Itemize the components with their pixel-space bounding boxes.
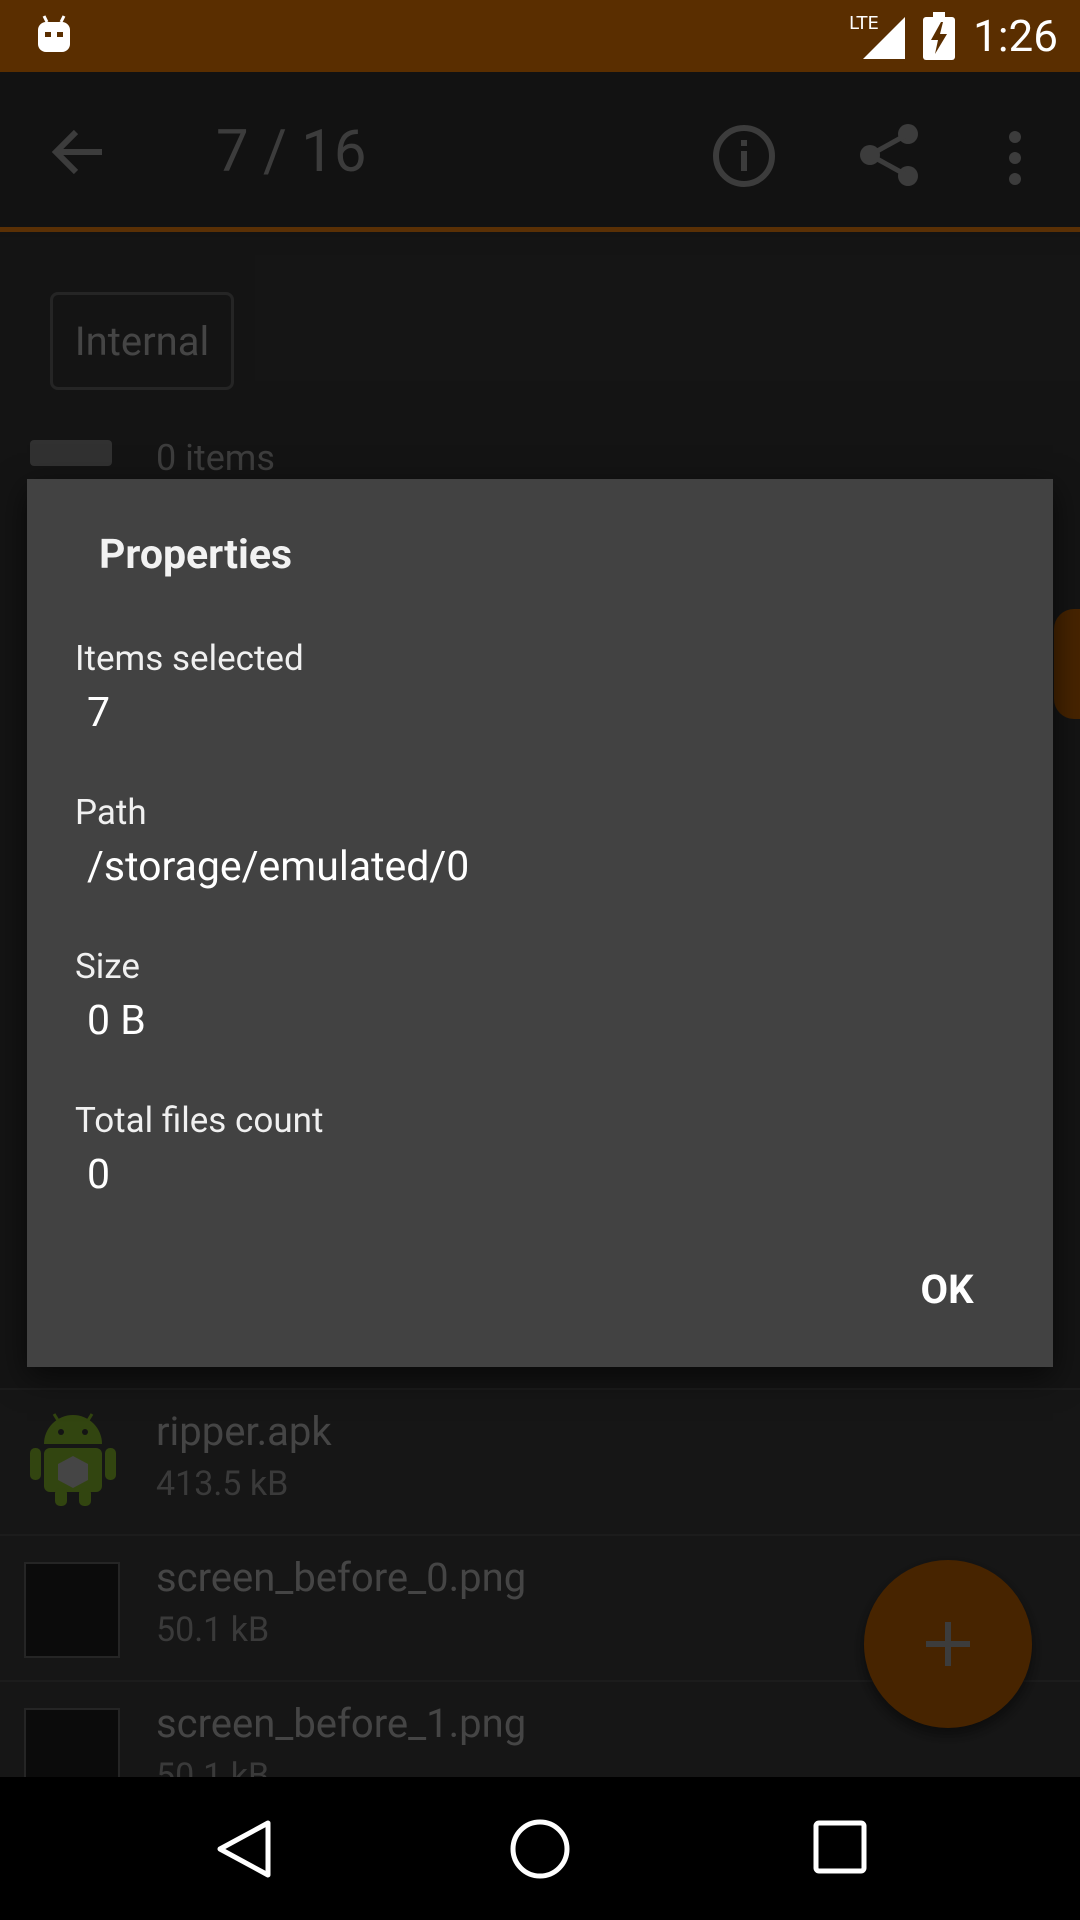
items-selected-label: Items selected (75, 638, 304, 679)
properties-dialog: Properties Items selected 7 Path /storag… (27, 479, 1053, 1367)
items-selected-value: 7 (87, 689, 111, 737)
svg-text:LTE: LTE (849, 13, 879, 34)
signal-lte-icon: LTE (849, 13, 906, 59)
nav-home-icon[interactable] (508, 1817, 572, 1881)
nav-recents-icon[interactable] (812, 1819, 868, 1875)
battery-charging-icon (923, 12, 956, 60)
total-files-value: 0 (87, 1151, 111, 1199)
status-time: 1:26 (973, 10, 1058, 62)
path-label: Path (75, 792, 147, 833)
status-bar: LTE 1:26 (0, 0, 1080, 72)
size-value: 0 B (87, 997, 146, 1045)
ok-button[interactable]: OK (877, 1249, 1017, 1329)
dialog-title: Properties (99, 531, 293, 579)
nav-back-icon[interactable] (212, 1817, 274, 1881)
path-value: /storage/emulated/0 (87, 843, 470, 891)
system-nav-bar (0, 1777, 1080, 1920)
android-notification-icon (38, 15, 70, 52)
size-label: Size (75, 946, 140, 987)
total-files-label: Total files count (75, 1100, 324, 1141)
